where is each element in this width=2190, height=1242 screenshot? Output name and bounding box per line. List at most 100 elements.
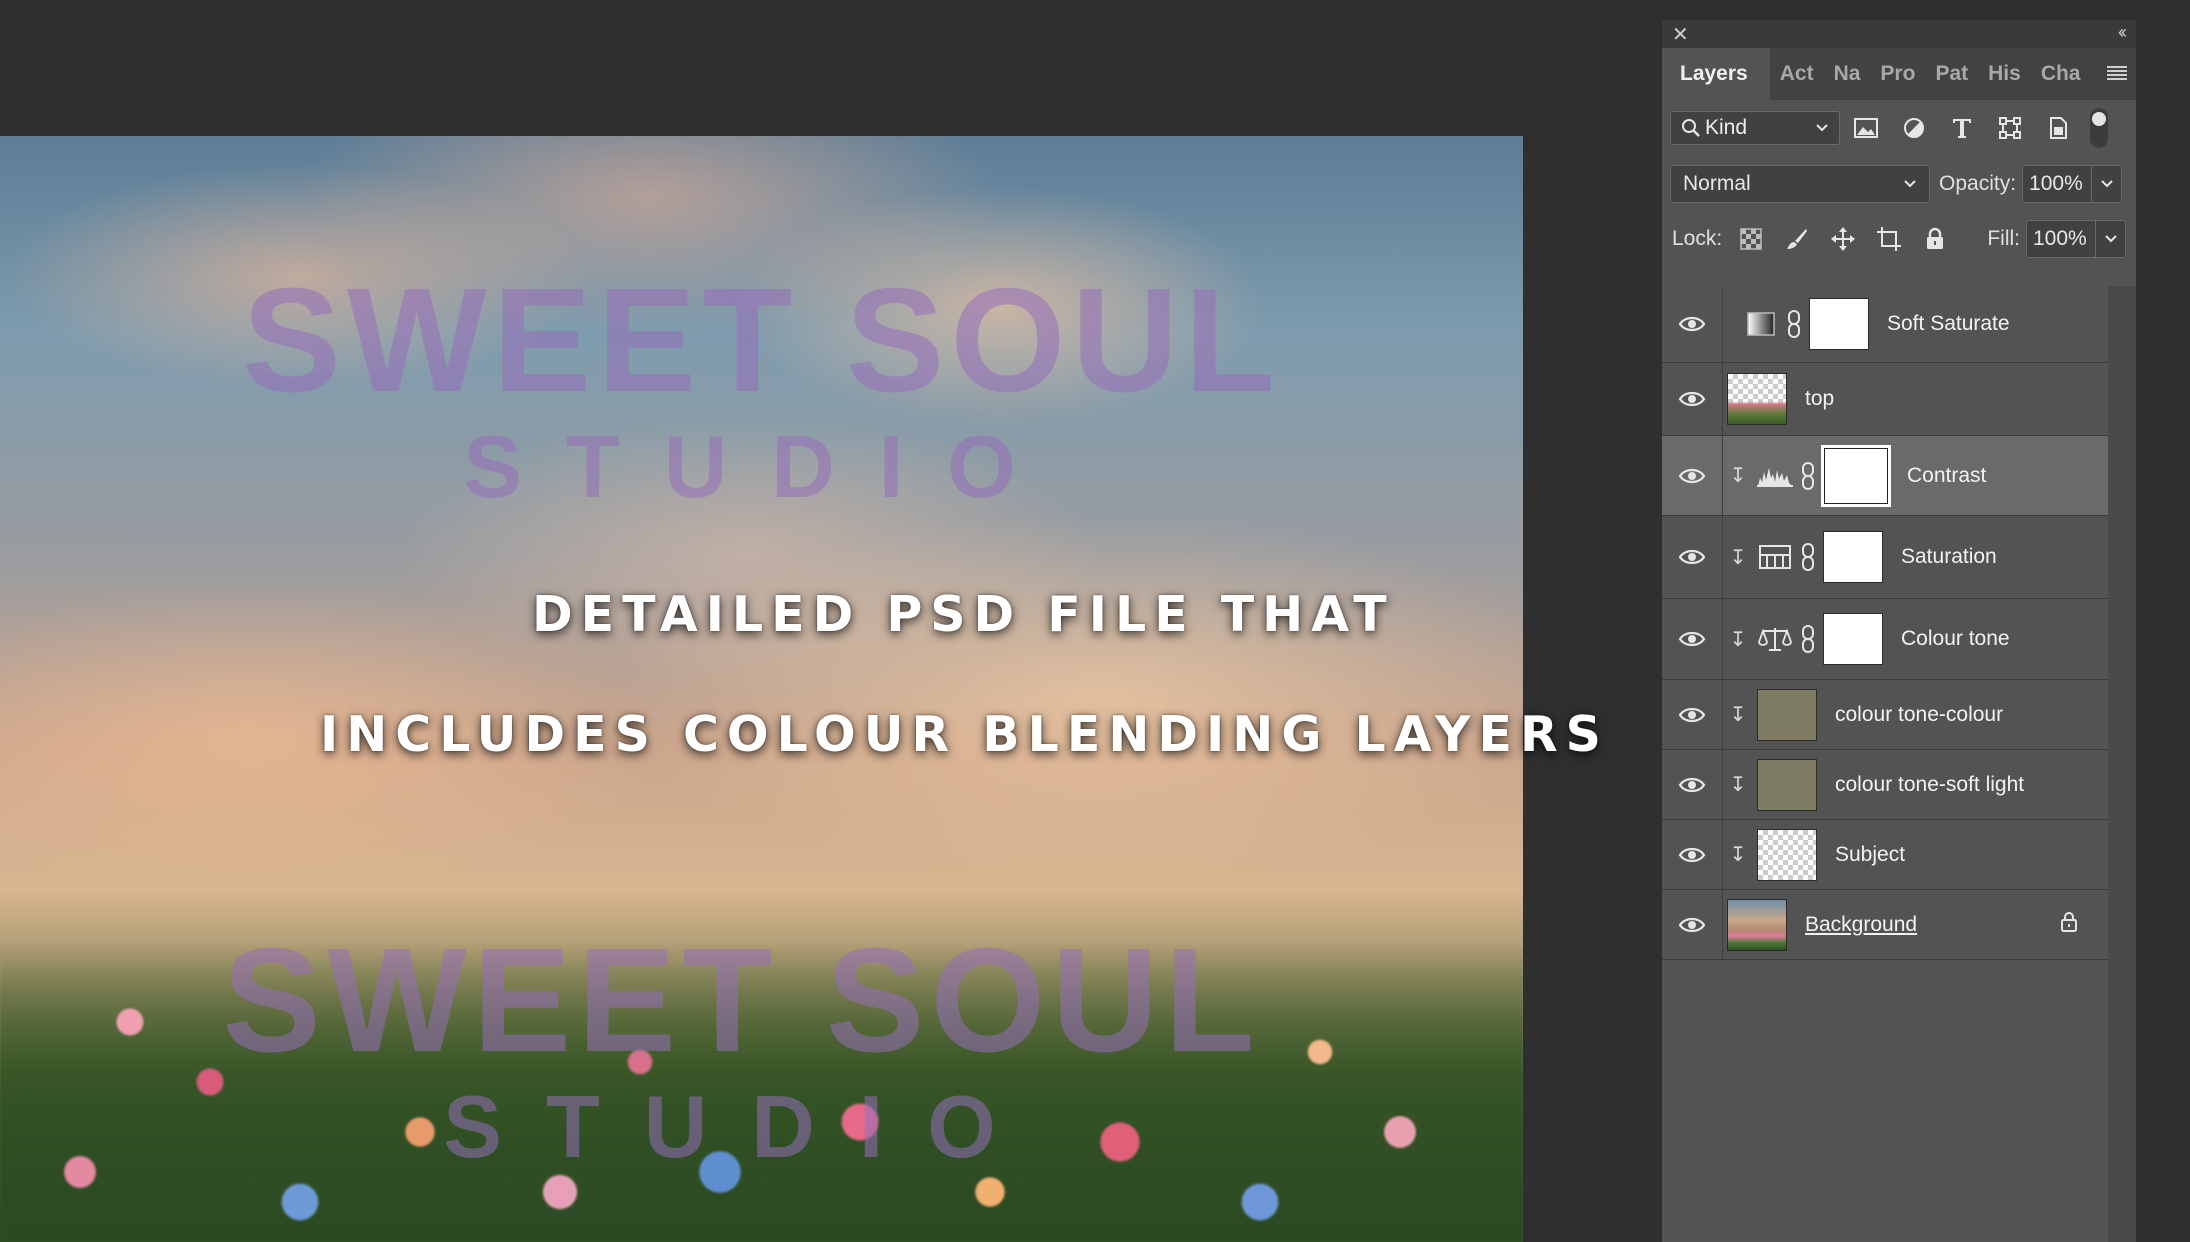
close-icon[interactable]: ✕	[1672, 22, 1689, 47]
tab-channels[interactable]: Cha	[2031, 48, 2091, 100]
chevron-down-icon	[1816, 124, 1828, 132]
type-filter-icon[interactable]	[1940, 108, 1984, 148]
fill-input[interactable]: 100%	[2026, 220, 2096, 258]
layer-row-colour-tone-colour[interactable]: ↧ colour tone-colour	[1662, 680, 2108, 750]
caption-line-1: DETAILED PSD FILE THAT	[532, 586, 1395, 643]
tab-layers[interactable]: Layers	[1662, 48, 1770, 100]
visibility-eye-icon[interactable]	[1662, 436, 1723, 515]
chevron-down-icon	[2104, 235, 2117, 243]
visibility-eye-icon[interactable]	[1662, 680, 1723, 749]
layer-name[interactable]: Background	[1805, 913, 1917, 937]
opacity-slider-toggle[interactable]	[2092, 165, 2123, 203]
mask-link-icon[interactable]	[1797, 542, 1819, 572]
filter-kind-label: Kind	[1705, 116, 1748, 139]
watermark-bottom-title: SWEET SOUL	[222, 918, 1261, 1083]
layer-row-contrast[interactable]: ↧ Contrast	[1662, 436, 2108, 516]
opacity-label: Opacity:	[1939, 172, 2017, 195]
layer-name[interactable]: top	[1805, 387, 1834, 411]
layer-mask-thumbnail[interactable]	[1809, 298, 1869, 350]
tab-properties[interactable]: Pro	[1870, 48, 1925, 100]
layer-row-top[interactable]: top	[1662, 363, 2108, 436]
mask-link-icon[interactable]	[1783, 309, 1805, 339]
tab-actions[interactable]: Act	[1770, 48, 1824, 100]
visibility-eye-icon[interactable]	[1662, 363, 1723, 435]
fill-slider-toggle[interactable]	[2096, 220, 2126, 258]
color-balance-icon	[1753, 619, 1797, 659]
visibility-eye-icon[interactable]	[1662, 890, 1723, 959]
panel-tabs: Layers Act Na Pro Pat His Cha	[1662, 48, 2136, 100]
filter-toggle-switch[interactable]	[2090, 108, 2108, 148]
mask-link-icon[interactable]	[1797, 624, 1819, 654]
layer-name[interactable]: Subject	[1835, 843, 1905, 867]
layer-name[interactable]: colour tone-colour	[1835, 703, 2003, 727]
visibility-eye-icon[interactable]	[1662, 820, 1723, 889]
layer-row-soft-saturate[interactable]: Soft Saturate	[1662, 286, 2108, 363]
layer-row-colour-tone-soft-light[interactable]: ↧ colour tone-soft light	[1662, 750, 2108, 820]
layer-row-background[interactable]: Background	[1662, 890, 2108, 960]
layer-thumbnail[interactable]	[1727, 373, 1787, 425]
search-icon	[1682, 119, 1700, 137]
layer-name[interactable]: Contrast	[1907, 464, 1986, 488]
layer-filter-bar: Kind	[1662, 100, 2136, 156]
mask-link-icon[interactable]	[1797, 461, 1819, 491]
layer-thumbnail[interactable]	[1757, 688, 1817, 741]
layer-thumbnail[interactable]	[1727, 898, 1787, 951]
blend-options-row: Normal Opacity: 100%	[1662, 156, 2136, 212]
visibility-eye-icon[interactable]	[1662, 286, 1723, 362]
lock-options-row: Lock: Fill: 100%	[1662, 212, 2136, 266]
blend-mode-value: Normal	[1683, 172, 1751, 195]
layer-mask-thumbnail[interactable]	[1821, 444, 1891, 507]
lock-position-icon[interactable]	[1824, 220, 1862, 258]
chevron-down-icon	[1904, 180, 1916, 188]
image-filter-icon[interactable]	[1844, 108, 1888, 148]
filter-kind-dropdown[interactable]: Kind	[1670, 111, 1840, 145]
lock-transparent-pixels-icon[interactable]	[1732, 220, 1770, 258]
layer-name[interactable]: Colour tone	[1901, 627, 2010, 651]
gradient-map-icon	[1739, 304, 1783, 344]
shape-filter-icon[interactable]	[1988, 108, 2032, 148]
tab-navigator[interactable]: Na	[1824, 48, 1871, 100]
visibility-eye-icon[interactable]	[1662, 516, 1723, 598]
visibility-eye-icon[interactable]	[1662, 750, 1723, 819]
collapse-panel-icon[interactable]: ‹‹	[2118, 22, 2127, 43]
lock-icon[interactable]	[2060, 911, 2078, 939]
layer-mask-thumbnail[interactable]	[1823, 531, 1883, 583]
layer-list: Soft Saturate top ↧ Contrast ↧ Saturatio…	[1662, 286, 2108, 960]
tab-history[interactable]: His	[1978, 48, 2031, 100]
adjustment-filter-icon[interactable]	[1892, 108, 1936, 148]
clipping-mask-arrow-icon: ↧	[1729, 704, 1747, 726]
layer-name[interactable]: colour tone-soft light	[1835, 773, 2024, 797]
layers-scrollbar[interactable]	[2108, 286, 2136, 1242]
hue-saturation-icon	[1753, 537, 1797, 577]
tab-paths[interactable]: Pat	[1925, 48, 1978, 100]
panel-title-bar: ✕ ‹‹	[1662, 20, 2136, 48]
lock-image-pixels-icon[interactable]	[1778, 220, 1816, 258]
fill-label: Fill:	[1987, 227, 2020, 250]
layer-row-saturation[interactable]: ↧ Saturation	[1662, 516, 2108, 599]
document-canvas[interactable]: SWEET SOUL STUDIO SWEET SOUL STUDIO	[0, 136, 1523, 1242]
layer-name[interactable]: Soft Saturate	[1887, 312, 2010, 336]
opacity-input[interactable]: 100%	[2022, 165, 2093, 203]
panel-menu-icon[interactable]	[2106, 62, 2128, 88]
clipping-mask-arrow-icon: ↧	[1729, 628, 1747, 651]
caption-line-2: INCLUDES COLOUR BLENDING LAYERS	[320, 706, 1609, 763]
layer-row-subject[interactable]: ↧ Subject	[1662, 820, 2108, 890]
clipping-mask-arrow-icon: ↧	[1729, 774, 1747, 796]
clipping-mask-arrow-icon: ↧	[1729, 465, 1747, 487]
lock-artboard-icon[interactable]	[1870, 220, 1908, 258]
layers-panel: ✕ ‹‹ Layers Act Na Pro Pat His Cha Kind	[1662, 20, 2136, 1242]
layer-mask-thumbnail[interactable]	[1823, 613, 1883, 665]
watermark-top-subtitle: STUDIO	[463, 417, 1060, 516]
lock-label: Lock:	[1672, 227, 1723, 250]
visibility-eye-icon[interactable]	[1662, 599, 1723, 679]
layer-row-colour-tone[interactable]: ↧ Colour tone	[1662, 599, 2108, 680]
watermark-top-title: SWEET SOUL	[242, 258, 1281, 423]
clipping-mask-arrow-icon: ↧	[1729, 844, 1747, 866]
layer-name[interactable]: Saturation	[1901, 545, 1997, 569]
blend-mode-dropdown[interactable]: Normal	[1670, 165, 1930, 203]
chevron-down-icon	[2100, 180, 2113, 188]
layer-thumbnail[interactable]	[1757, 828, 1817, 881]
layer-thumbnail[interactable]	[1757, 758, 1817, 811]
smart-object-filter-icon[interactable]	[2036, 108, 2080, 148]
lock-all-icon[interactable]	[1916, 220, 1954, 258]
